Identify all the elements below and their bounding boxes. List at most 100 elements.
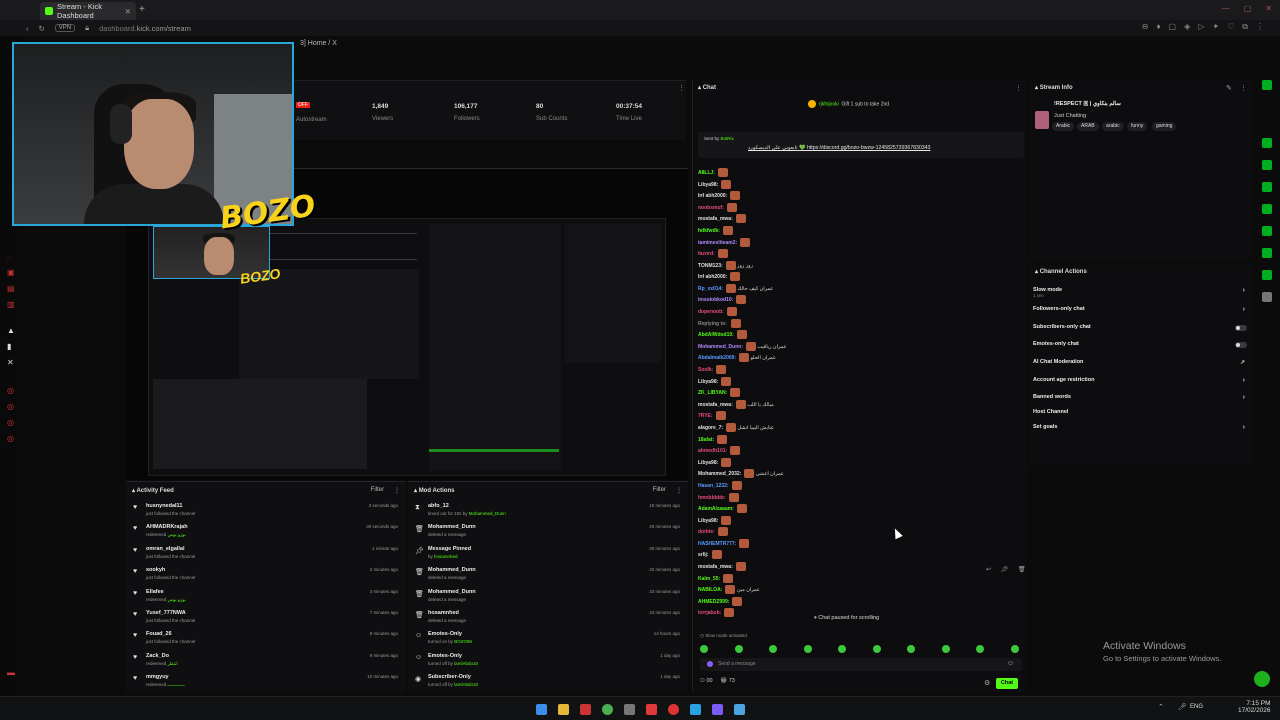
chat-username[interactable]: AdamAlzaaam:	[698, 506, 734, 512]
chat-message[interactable]: Inf abh2000:	[698, 191, 741, 201]
chat-username[interactable]: 7RYE:	[698, 413, 713, 419]
chat-icon[interactable]	[1262, 204, 1272, 214]
chrome-icon[interactable]	[602, 704, 613, 715]
lightning-icon[interactable]	[1262, 160, 1272, 170]
chat-username[interactable]: alagore_7:	[698, 425, 723, 431]
channel-action-row[interactable]: Followers-only chat ›	[1033, 306, 1249, 313]
chat-username[interactable]: hmnbbbbb:	[698, 494, 726, 500]
chat-message[interactable]: HASHEMTR777:	[698, 538, 750, 548]
activity-menu-icon[interactable]: ⋮	[394, 487, 400, 494]
chat-message[interactable]: Inf abh2000:	[698, 272, 741, 282]
quick-emote-icon[interactable]	[872, 645, 881, 653]
stream-icon[interactable]	[1262, 138, 1272, 148]
emoji-icon[interactable]: ☺	[1007, 660, 1014, 667]
mod-action-row[interactable]: 🗑︎ hosamnhed deleted a message 34 minutes a…	[408, 607, 688, 628]
start-icon[interactable]	[536, 704, 547, 715]
chat-message[interactable]: A8LLJ:	[698, 168, 728, 177]
play-icon[interactable]: ▷	[1198, 22, 1204, 32]
chat-username[interactable]: hdkfwdk:	[698, 228, 720, 234]
quick-emote-icon[interactable]	[769, 645, 777, 653]
chat-username[interactable]: Libya98:	[698, 460, 718, 466]
chat-send-button[interactable]: Chat	[996, 678, 1018, 689]
sidebar-icon-3[interactable]: ▤	[7, 284, 15, 293]
stats-menu-icon[interactable]: ⋮	[678, 84, 685, 92]
activity-user[interactable]: omran_elgallal	[146, 546, 185, 552]
activity-filter-button[interactable]: Filter	[371, 487, 384, 493]
sidebar-icon-1[interactable]: ◌	[7, 254, 15, 263]
toggle-switch[interactable]	[1235, 342, 1247, 348]
chat-message[interactable]: imsolobkod10:	[698, 295, 747, 305]
sidebar-icon-8[interactable]: ◎	[7, 434, 15, 443]
chat-message[interactable]: AdamAlzaaam:	[698, 504, 747, 514]
chat-username[interactable]: imsolobkod10:	[698, 297, 733, 303]
sidebar-icon-5[interactable]: ◎	[7, 386, 15, 395]
layout-icon[interactable]	[1262, 248, 1272, 258]
chat-message[interactable]: Libya98:	[698, 376, 732, 386]
chat-username[interactable]: Hasan_1232:	[698, 483, 729, 489]
chat-message[interactable]: Replying to:	[698, 318, 742, 328]
screenshot-icon[interactable]: ▢	[1169, 22, 1177, 32]
sidebar-icon-2[interactable]: ▣	[7, 268, 15, 277]
channel-action-row[interactable]: Set goals ›	[1033, 424, 1249, 431]
activity-row[interactable]: ♥ Fouad_26 just followed the channel 8 min…	[126, 628, 406, 649]
chat-message[interactable]: fazord:	[698, 249, 728, 259]
chat-username[interactable]: Replying to:	[698, 320, 728, 326]
chat-message[interactable]: 18afat:	[698, 434, 728, 444]
menu-icon[interactable]: ⋮	[1256, 22, 1264, 32]
activity-user[interactable]: Fouad_26	[146, 631, 172, 637]
gift-banner[interactable]: rjkfnjooki Gift 1 sub to take 2nd	[808, 100, 958, 116]
chat-username[interactable]: tamimesliteam2:	[698, 239, 737, 245]
chat-username[interactable]: A8LLJ:	[698, 170, 715, 176]
chat-message[interactable]: srlij:	[698, 550, 722, 560]
chat-username[interactable]: HASHEMTR777:	[698, 541, 736, 547]
floating-action-button[interactable]	[1254, 671, 1270, 687]
chat-message[interactable]: Abdalmalk2009: عمران الحلو	[698, 353, 776, 363]
chat-username[interactable]: Libya98:	[698, 518, 718, 524]
quick-emote-icon[interactable]	[734, 645, 743, 653]
activity-row[interactable]: ♥ Ellafee redeemed بوزو بوس 3 minutes ago	[126, 586, 406, 607]
x-icon[interactable]: ✕	[7, 358, 15, 367]
heart-icon[interactable]: ♡	[1227, 22, 1234, 32]
mod-action-row[interactable]: 📌︎ Message Pinned by hosamnhed 30 minutes a…	[408, 543, 688, 564]
close-window-icon[interactable]: ✕	[1265, 4, 1272, 13]
kick-icon[interactable]: ▲	[7, 326, 15, 335]
chat-username[interactable]: Inf abh2000:	[698, 193, 727, 199]
sidebar-icon-6[interactable]: ◎	[7, 402, 15, 411]
chat-message[interactable]: hmnbbbbb:	[698, 492, 739, 502]
chat-message[interactable]: Mohammed_2032: عمران اعشى	[698, 469, 784, 479]
chat-message[interactable]: dopenoob:	[698, 307, 737, 317]
dashboard-icon[interactable]	[1262, 80, 1272, 90]
mod-filter-button[interactable]: Filter	[653, 487, 666, 493]
mod-action-row[interactable]: 🗑︎ Mohammed_Dunn deleted a message 20 minut…	[408, 521, 688, 542]
zoom-icon[interactable]: ⊖	[1142, 22, 1149, 32]
mod-action-row[interactable]: ⧗ abfo_12 timed out for 10s by Mohammed_Du…	[408, 500, 688, 521]
chat-username[interactable]: dopenoob:	[698, 309, 724, 315]
bookmark-icon[interactable]: ♦	[1156, 22, 1160, 32]
chat-message[interactable]: hdkfwdk:	[698, 225, 733, 235]
chat-username[interactable]: Mohammed_Dunn:	[698, 344, 743, 350]
chat-username[interactable]: noobsmuf:	[698, 205, 724, 211]
chat-settings-icon[interactable]: ⚙	[984, 679, 990, 687]
chat-message[interactable]: mostafa_mwa: ميالك يا اللب	[698, 399, 774, 409]
quick-emote-icon[interactable]	[838, 645, 846, 653]
extensions-icon[interactable]: ⧉	[1242, 22, 1248, 32]
chat-username[interactable]: Libya98:	[698, 181, 718, 187]
trash-icon[interactable]	[1262, 182, 1272, 192]
mod-action-row[interactable]: 🗑︎ Mohammed_Dunn deleted a message 33 minut…	[408, 586, 688, 607]
tools-icon[interactable]	[1262, 270, 1272, 280]
maximize-icon[interactable]: ▢	[1244, 4, 1252, 13]
app-icon[interactable]	[580, 704, 591, 715]
activity-row[interactable]: ♥ mmgyuy redeemed ـــــــــــــ 10 minutes …	[126, 671, 406, 692]
channel-action-row[interactable]: Banned words ›	[1033, 394, 1249, 401]
chat-username[interactable]: dorkle:	[698, 529, 715, 535]
chat-message[interactable]: tamimesliteam2:	[698, 237, 751, 247]
chat-paused-notice[interactable]: ⏸ Chat paused for scrolling	[814, 615, 879, 622]
chat-username[interactable]: Libya98:	[698, 378, 718, 384]
quick-emote-icon[interactable]	[1010, 645, 1019, 653]
chat-message[interactable]: Hasan_1232:	[698, 480, 742, 490]
discord-icon[interactable]	[712, 704, 723, 715]
chat-username[interactable]: ahmedh101:	[698, 448, 727, 454]
activity-row[interactable]: ♥ AHMADRKrajah redeemed بوزو بوس 30 seconds…	[126, 521, 406, 542]
activity-user[interactable]: Ellafee	[146, 589, 164, 595]
chat-username[interactable]: mostafa_mwa:	[698, 402, 733, 408]
